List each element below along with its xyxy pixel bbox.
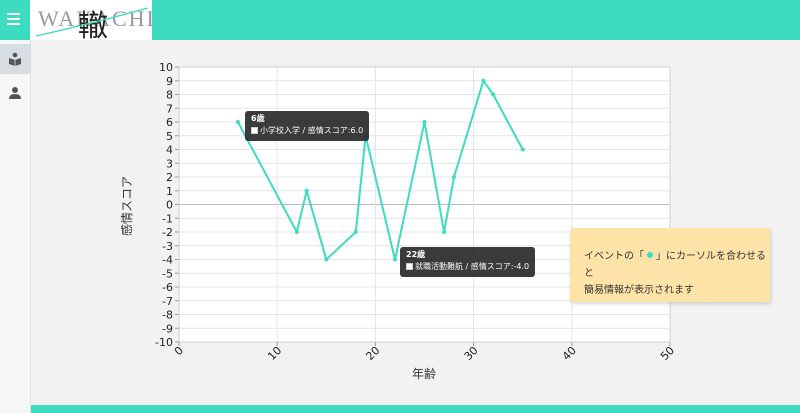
note-text-before: イベントの「 xyxy=(584,251,644,262)
x-tick-label: 40 xyxy=(560,344,579,363)
y-tick-label: -8 xyxy=(162,309,173,322)
y-tick-label: 1 xyxy=(166,185,173,198)
y-tick-label: 6 xyxy=(166,116,173,129)
tooltip-swatch xyxy=(406,263,413,270)
tooltip-body: 小学校入学 / 感情スコア:6.0 xyxy=(260,126,364,135)
y-tick-label: 3 xyxy=(166,157,173,170)
tooltip-swatch xyxy=(251,127,258,134)
y-tick-label: -6 xyxy=(162,281,173,294)
y-axis-label: 感情スコア xyxy=(119,176,134,236)
y-tick-label: -4 xyxy=(162,254,173,267)
event-point[interactable] xyxy=(235,120,240,124)
x-tick-label: 10 xyxy=(265,344,284,363)
y-tick-label: -7 xyxy=(162,295,173,308)
y-tick-label: -9 xyxy=(162,322,173,335)
event-point[interactable] xyxy=(422,120,427,124)
y-tick-label: 7 xyxy=(166,102,173,115)
x-tick-label: 30 xyxy=(462,344,481,363)
tooltip-title: 6歳 xyxy=(251,114,265,123)
y-tick-label: 4 xyxy=(166,144,173,157)
y-tick-label: -2 xyxy=(162,226,173,239)
event-point[interactable] xyxy=(451,175,456,179)
x-tick-label: 20 xyxy=(363,344,382,363)
y-tick-label: -5 xyxy=(162,267,173,280)
event-point[interactable] xyxy=(481,78,486,83)
y-tick-label: -1 xyxy=(162,212,173,225)
tooltip-title: 22歳 xyxy=(406,250,426,259)
event-dot-icon xyxy=(647,252,653,258)
y-tick-label: 0 xyxy=(166,199,173,212)
tooltip-1: 6歳 小学校入学 / 感情スコア:6.0 xyxy=(245,111,370,141)
x-axis-label: 年齢 xyxy=(412,366,436,381)
event-point[interactable] xyxy=(294,230,299,234)
x-tick-label: 50 xyxy=(658,344,677,363)
event-point[interactable] xyxy=(520,147,525,152)
footer-bar xyxy=(31,405,800,413)
event-point[interactable] xyxy=(491,92,496,97)
x-tick-label: 0 xyxy=(172,344,186,358)
y-tick-label: 5 xyxy=(166,130,173,143)
note-text-line2: 簡易情報が表示されます xyxy=(584,285,694,296)
hint-note: イベントの「 」にカーソルを合わせると 簡易情報が表示されます xyxy=(570,228,770,302)
event-point[interactable] xyxy=(393,257,398,262)
emotion-chart: 109876543210-1-2-3-4-5-6-7-8-9-10 0 10 20 3… xyxy=(119,61,677,381)
tooltip-2: 22歳 就職活動難航 / 感情スコア:-4.0 xyxy=(400,247,536,277)
event-point[interactable] xyxy=(324,257,329,262)
event-point[interactable] xyxy=(353,230,358,234)
y-tick-label: -3 xyxy=(162,240,173,253)
y-tick-labels: 109876543210-1-2-3-4-5-6-7-8-9-10 xyxy=(155,61,173,349)
event-point[interactable] xyxy=(442,230,447,234)
x-tick-labels: 0 10 20 30 40 50 xyxy=(172,344,677,363)
y-tick-label: 10 xyxy=(159,61,173,74)
tooltip-body: 就職活動難航 / 感情スコア:-4.0 xyxy=(415,262,530,271)
y-tick-label: -10 xyxy=(155,336,173,349)
y-tick-label: 8 xyxy=(166,89,173,102)
y-tick-label: 2 xyxy=(166,171,173,184)
y-tick-label: 9 xyxy=(166,75,173,88)
event-point[interactable] xyxy=(304,188,309,193)
